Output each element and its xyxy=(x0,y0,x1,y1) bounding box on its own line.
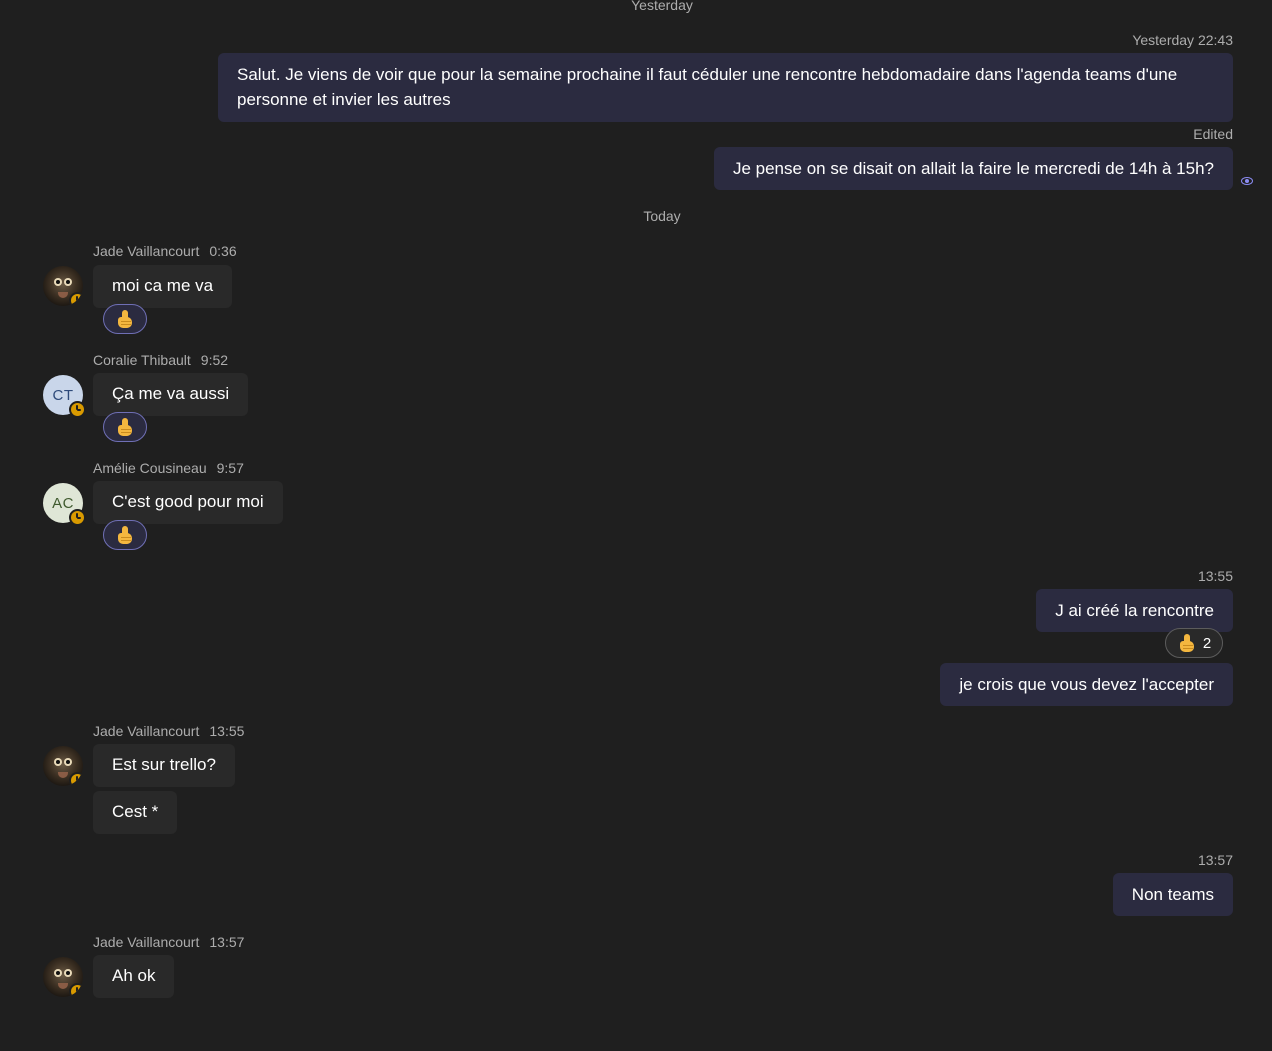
received-message[interactable]: Ça me va aussi xyxy=(93,373,249,416)
away-status-icon xyxy=(69,292,83,306)
message-header: Coralie Thibault 9:52 xyxy=(93,352,228,368)
message-header: Jade Vaillancourt 13:57 xyxy=(93,934,244,950)
sent-message[interactable]: J ai créé la rencontre xyxy=(1036,589,1233,632)
reaction-pill[interactable] xyxy=(103,304,147,334)
date-divider-yesterday: Yesterday xyxy=(631,0,693,13)
avatar[interactable]: AC xyxy=(43,483,86,526)
avatar-initials: AC xyxy=(52,494,74,512)
message-header: Amélie Cousineau 9:57 xyxy=(93,460,244,476)
message-timestamp: 13:57 xyxy=(1197,852,1233,868)
avatar[interactable] xyxy=(43,266,83,306)
message-time: 13:57 xyxy=(209,934,245,950)
sender-name: Jade Vaillancourt xyxy=(93,723,200,739)
sender-name: Jade Vaillancourt xyxy=(93,243,200,259)
date-divider-today: Today xyxy=(643,208,681,224)
reaction-pill[interactable]: 2 xyxy=(1165,628,1223,658)
sender-name: Jade Vaillancourt xyxy=(93,934,200,950)
received-message[interactable]: Cest * xyxy=(93,791,178,834)
received-message[interactable]: Est sur trello? xyxy=(93,744,235,787)
away-status-icon xyxy=(69,772,83,786)
chat-pane: Yesterday Yesterday 22:43 Salut. Je vien… xyxy=(0,0,1272,1051)
received-message[interactable]: moi ca me va xyxy=(93,265,233,308)
reaction-pill[interactable] xyxy=(103,520,147,550)
sent-message[interactable]: je crois que vous devez l'accepter xyxy=(940,663,1233,706)
avatar[interactable] xyxy=(43,746,83,786)
message-header: Jade Vaillancourt 0:36 xyxy=(93,243,237,259)
avatar[interactable] xyxy=(43,957,83,997)
message-timestamp: Yesterday 22:43 xyxy=(1132,32,1233,48)
received-message[interactable]: Ah ok xyxy=(93,955,175,998)
avatar-initials: CT xyxy=(52,386,74,404)
message-time: 9:52 xyxy=(200,352,229,368)
edited-label: Edited xyxy=(1193,126,1233,142)
away-status-icon xyxy=(69,983,83,997)
message-header: Jade Vaillancourt 13:55 xyxy=(93,723,244,739)
message-time: 0:36 xyxy=(209,243,237,259)
sender-name: Amélie Cousineau xyxy=(93,460,207,476)
reaction-pill[interactable] xyxy=(103,412,147,442)
received-message[interactable]: C'est good pour moi xyxy=(93,481,283,524)
sent-message[interactable]: Salut. Je viens de voir que pour la sema… xyxy=(218,53,1233,122)
read-receipt-eye-icon xyxy=(1241,174,1255,188)
sent-message[interactable]: Je pense on se disait on allait la faire… xyxy=(713,147,1233,190)
message-timestamp: 13:55 xyxy=(1197,568,1233,584)
reaction-count: 2 xyxy=(1202,634,1212,652)
thumbs-up-icon xyxy=(1177,633,1197,653)
away-status-icon xyxy=(69,401,86,418)
thumbs-up-icon xyxy=(115,525,135,545)
sender-name: Coralie Thibault xyxy=(93,352,191,368)
away-status-icon xyxy=(69,509,86,526)
message-time: 13:55 xyxy=(209,723,245,739)
avatar[interactable]: CT xyxy=(43,375,86,418)
thumbs-up-icon xyxy=(115,417,135,437)
message-time: 9:57 xyxy=(216,460,244,476)
thumbs-up-icon xyxy=(115,309,135,329)
sent-message[interactable]: Non teams xyxy=(1112,873,1233,916)
